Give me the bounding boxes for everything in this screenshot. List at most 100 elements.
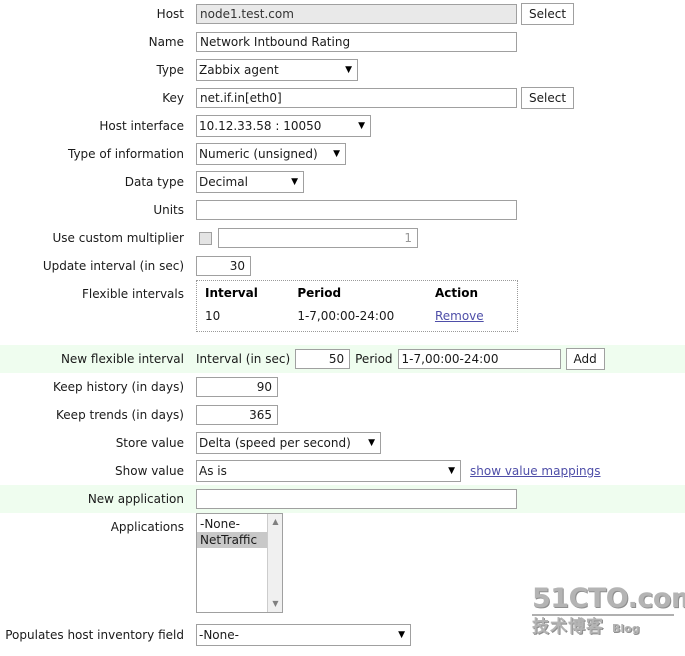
update-interval-input[interactable] (196, 256, 251, 276)
table-row: 10 1-7,00:00-24:00 Remove (205, 308, 509, 325)
store-value-select-wrap: Delta (speed per second) ▼ (196, 432, 381, 454)
field-new-flexible-interval: Interval (in sec) Period Add (196, 348, 685, 370)
form-row-host-inventory-field: Populates host inventory field -None- ▼ (0, 621, 685, 649)
store-value-select[interactable]: Delta (speed per second) (196, 432, 381, 454)
form-row-flexible-intervals: Flexible intervals Interval Period Actio… (0, 280, 685, 345)
form-row-host-interface: Host interface 10.12.33.58 : 10050 ▼ (0, 112, 685, 140)
field-store-value: Delta (speed per second) ▼ (196, 432, 685, 454)
label-custom-multiplier: Use custom multiplier (52, 231, 184, 245)
label-new-interval-period: Period (355, 352, 393, 366)
label-keep-history: Keep history (in days) (53, 380, 184, 394)
scroll-down-icon[interactable]: ▼ (268, 597, 282, 611)
label-new-interval-seconds: Interval (in sec) (196, 352, 291, 366)
form-row-new-flexible-interval: New flexible interval Interval (in sec) … (0, 345, 685, 373)
form-row-keep-trends: Keep trends (in days) (0, 401, 685, 429)
field-type-of-information: Numeric (unsigned) ▼ (196, 143, 685, 165)
custom-multiplier-input[interactable] (218, 228, 418, 248)
field-type: Zabbix agent ▼ (196, 59, 685, 81)
field-keep-trends (196, 405, 685, 425)
show-value-select-wrap: As is ▼ (196, 460, 461, 482)
field-key: Select (196, 87, 685, 109)
item-configuration-form: Host Select Name Type Zabbix agent ▼ Key (0, 0, 685, 649)
field-host: Select (196, 3, 685, 25)
show-value-select[interactable]: As is (196, 460, 461, 482)
field-update-interval (196, 256, 685, 276)
field-new-application (196, 489, 685, 509)
field-show-value: As is ▼ show value mappings (196, 460, 685, 482)
name-input[interactable] (196, 32, 517, 52)
label-host: Host (156, 7, 184, 21)
new-period-input[interactable] (397, 349, 561, 369)
host-select-button[interactable]: Select (521, 3, 575, 25)
form-row-key: Key Select (0, 84, 685, 112)
host-inventory-field-select-wrap: -None- ▼ (196, 624, 411, 646)
units-input[interactable] (196, 200, 517, 220)
label-name: Name (148, 35, 184, 49)
type-select[interactable]: Zabbix agent (196, 59, 358, 81)
label-key: Key (162, 91, 184, 105)
host-interface-select[interactable]: 10.12.33.58 : 10050 (196, 115, 371, 137)
key-select-button[interactable]: Select (521, 87, 575, 109)
flexible-intervals-grid: Interval Period Action 10 1-7,00:00-24:0… (205, 285, 509, 325)
column-header-action: Action (434, 286, 479, 300)
type-of-information-select[interactable]: Numeric (unsigned) (196, 143, 346, 165)
add-interval-button[interactable]: Add (565, 348, 605, 370)
form-row-keep-history: Keep history (in days) (0, 373, 685, 401)
cell-period: 1-7,00:00-24:00 (297, 309, 395, 323)
type-of-information-select-wrap: Numeric (unsigned) ▼ (196, 143, 346, 165)
custom-multiplier-checkbox[interactable] (199, 231, 212, 245)
field-data-type: Decimal ▼ (196, 171, 685, 193)
label-show-value: Show value (115, 464, 184, 478)
new-application-input[interactable] (196, 489, 517, 509)
host-inventory-field-select[interactable]: -None- (196, 624, 411, 646)
field-applications: -None- NetTraffic ▲ ▼ (196, 513, 685, 613)
field-host-inventory-field: -None- ▼ (196, 624, 685, 646)
form-row-type-of-information: Type of information Numeric (unsigned) ▼ (0, 140, 685, 168)
form-row-name: Name (0, 28, 685, 56)
form-row-show-value: Show value As is ▼ show value mappings (0, 457, 685, 485)
label-update-interval: Update interval (in sec) (42, 259, 184, 273)
label-host-interface: Host interface (99, 119, 184, 133)
label-new-flexible-interval: New flexible interval (60, 352, 184, 366)
label-units: Units (153, 203, 184, 217)
show-value-mappings-link[interactable]: show value mappings (470, 464, 601, 478)
host-interface-select-wrap: 10.12.33.58 : 10050 ▼ (196, 115, 371, 137)
keep-trends-input[interactable] (196, 405, 278, 425)
data-type-select[interactable]: Decimal (196, 171, 304, 193)
label-type-of-information: Type of information (67, 147, 184, 161)
field-custom-multiplier (196, 228, 685, 248)
applications-listbox[interactable]: -None- NetTraffic ▲ ▼ (196, 513, 283, 613)
form-row-host: Host Select (0, 0, 685, 28)
form-row-store-value: Store value Delta (speed per second) ▼ (0, 429, 685, 457)
field-flexible-intervals: Interval Period Action 10 1-7,00:00-24:0… (196, 280, 685, 332)
field-keep-history (196, 377, 685, 397)
column-header-interval: Interval (205, 286, 258, 300)
host-input[interactable] (196, 4, 517, 24)
applications-scrollbar[interactable]: ▲ ▼ (267, 514, 282, 612)
data-type-select-wrap: Decimal ▼ (196, 171, 304, 193)
type-select-wrap: Zabbix agent ▼ (196, 59, 358, 81)
label-type: Type (156, 63, 184, 77)
form-row-custom-multiplier: Use custom multiplier (0, 224, 685, 252)
keep-history-input[interactable] (196, 377, 278, 397)
cell-interval: 10 (205, 309, 221, 323)
flexible-intervals-head: Interval Period Action (205, 285, 509, 308)
scroll-up-icon[interactable]: ▲ (268, 515, 282, 529)
label-store-value: Store value (115, 436, 184, 450)
key-input[interactable] (196, 88, 517, 108)
column-header-period: Period (297, 286, 342, 300)
form-row-new-application: New application (0, 485, 685, 513)
table-header-row: Interval Period Action (205, 285, 509, 308)
label-host-inventory-field: Populates host inventory field (5, 628, 184, 642)
remove-interval-link[interactable]: Remove (435, 309, 484, 323)
form-row-type: Type Zabbix agent ▼ (0, 56, 685, 84)
cell-action: Remove (435, 308, 509, 325)
new-interval-input[interactable] (295, 349, 351, 369)
label-keep-trends: Keep trends (in days) (56, 408, 184, 422)
form-row-applications: Applications -None- NetTraffic ▲ ▼ (0, 513, 685, 621)
label-applications: Applications (110, 520, 184, 534)
label-new-application: New application (87, 492, 184, 506)
form-row-data-type: Data type Decimal ▼ (0, 168, 685, 196)
form-row-units: Units (0, 196, 685, 224)
field-units (196, 200, 685, 220)
